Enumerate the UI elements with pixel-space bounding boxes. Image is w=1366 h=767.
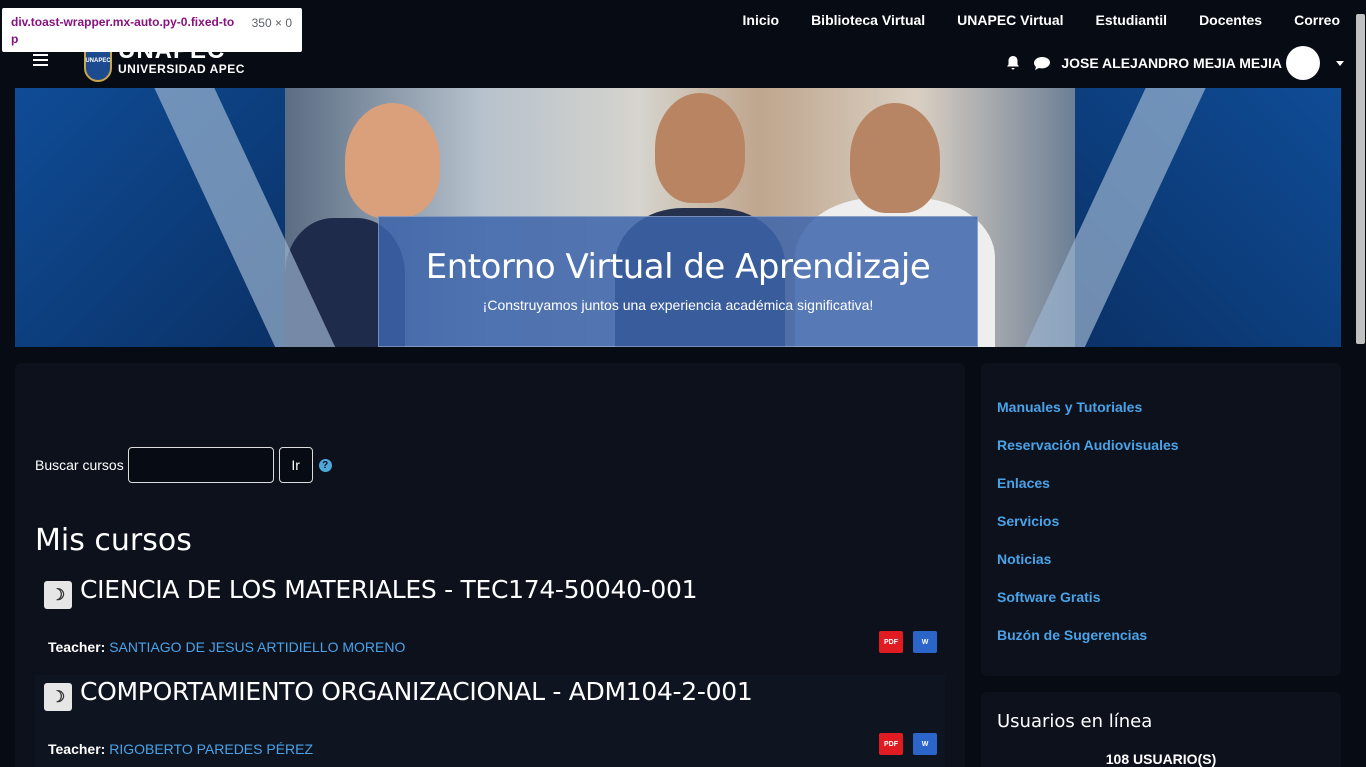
tooltip-selector: div.toast-wrapper.mx-auto.py-0.fixed-top	[11, 15, 235, 46]
nav-link-docentes[interactable]: Docentes	[1199, 12, 1262, 28]
banner-caption: Entorno Virtual de Aprendizaje ¡Construy…	[378, 216, 978, 347]
sidebar-item-enlaces[interactable]: Enlaces	[997, 475, 1325, 513]
user-name[interactable]: JOSE ALEJANDRO MEJIA MEJIA	[1061, 55, 1282, 71]
sidebar-item-reservacion[interactable]: Reservación Audiovisuales	[997, 437, 1325, 475]
hero-banner: Entorno Virtual de Aprendizaje ¡Construy…	[15, 88, 1341, 347]
nav-link-correo[interactable]: Correo	[1294, 12, 1340, 28]
bell-icon[interactable]	[1005, 55, 1021, 71]
chevron-down-icon[interactable]	[1336, 60, 1344, 66]
search-input[interactable]	[127, 447, 274, 483]
course-title-link[interactable]: CIENCIA DE LOS MATERIALES - TEC174-50040…	[80, 575, 698, 604]
menu-toggle-icon[interactable]	[33, 54, 48, 68]
sidebar-item-noticias[interactable]: Noticias	[997, 551, 1325, 589]
pdf-icon[interactable]: PDF	[879, 631, 903, 653]
teacher-label: Teacher:	[48, 741, 106, 757]
online-users-count: 108 USUARIO(S)	[1105, 751, 1217, 767]
course-search: Buscar cursos Ir ?	[35, 447, 332, 483]
course-teacher: Teacher: RIGOBERTO PAREDES PÉREZ	[48, 741, 313, 757]
chat-icon[interactable]	[1033, 55, 1051, 71]
teacher-link[interactable]: RIGOBERTO PAREDES PÉREZ	[109, 741, 313, 757]
word-icon[interactable]: W	[913, 631, 937, 653]
online-users-title: Usuarios en línea	[997, 711, 1153, 732]
top-links: Inicio Biblioteca Virtual UNAPEC Virtual…	[743, 12, 1341, 28]
search-label: Buscar cursos	[35, 457, 124, 473]
course-item: ☽ CIENCIA DE LOS MATERIALES - TEC174-500…	[35, 573, 945, 673]
course-ear-icon: ☽	[44, 683, 72, 711]
course-file-icons: PDF W	[879, 631, 937, 653]
teacher-link[interactable]: SANTIAGO DE JESUS ARTIDIELLO MORENO	[109, 639, 405, 655]
sidebar-item-servicios[interactable]: Servicios	[997, 513, 1325, 551]
nav-link-biblioteca[interactable]: Biblioteca Virtual	[811, 12, 925, 28]
nav-link-inicio[interactable]: Inicio	[743, 12, 780, 28]
nav-link-unapec-virtual[interactable]: UNAPEC Virtual	[957, 12, 1063, 28]
online-users-card: Usuarios en línea 108 USUARIO(S)	[981, 692, 1341, 767]
course-title-link[interactable]: COMPORTAMIENTO ORGANIZACIONAL - ADM104-2…	[80, 677, 753, 706]
teacher-label: Teacher:	[48, 639, 106, 655]
scrollbar[interactable]	[1355, 0, 1366, 767]
course-file-icons: PDF W	[879, 733, 937, 755]
tooltip-dimensions: 350 × 0	[251, 16, 292, 30]
sidebar-item-manuales[interactable]: Manuales y Tutoriales	[997, 399, 1325, 437]
sidebar-item-sugerencias[interactable]: Buzón de Sugerencias	[997, 627, 1325, 665]
search-button[interactable]: Ir	[278, 447, 313, 483]
pdf-icon[interactable]: PDF	[879, 733, 903, 755]
sidebar-links-card: Manuales y Tutoriales Reservación Audiov…	[981, 363, 1341, 676]
user-bar: JOSE ALEJANDRO MEJIA MEJIA	[1005, 46, 1344, 80]
banner-subtitle: ¡Construyamos juntos una experiencia aca…	[482, 297, 874, 313]
word-icon[interactable]: W	[913, 733, 937, 755]
devtools-inspect-tooltip: div.toast-wrapper.mx-auto.py-0.fixed-top…	[2, 8, 302, 52]
course-item: ☽ COMPORTAMIENTO ORGANIZACIONAL - ADM104…	[35, 675, 945, 767]
main-content: Buscar cursos Ir ? Mis cursos ☽ CIENCIA …	[15, 363, 965, 767]
nav-link-estudiantil[interactable]: Estudiantil	[1096, 12, 1168, 28]
scrollbar-thumb[interactable]	[1356, 14, 1365, 344]
banner-title: Entorno Virtual de Aprendizaje	[425, 247, 931, 287]
sidebar-item-software[interactable]: Software Gratis	[997, 589, 1325, 627]
avatar[interactable]	[1286, 46, 1320, 80]
course-ear-icon: ☽	[44, 581, 72, 609]
help-icon[interactable]: ?	[318, 458, 332, 472]
logo-subtitle: UNIVERSIDAD APEC	[118, 62, 245, 76]
page-title: Mis cursos	[35, 523, 192, 558]
course-teacher: Teacher: SANTIAGO DE JESUS ARTIDIELLO MO…	[48, 639, 405, 655]
